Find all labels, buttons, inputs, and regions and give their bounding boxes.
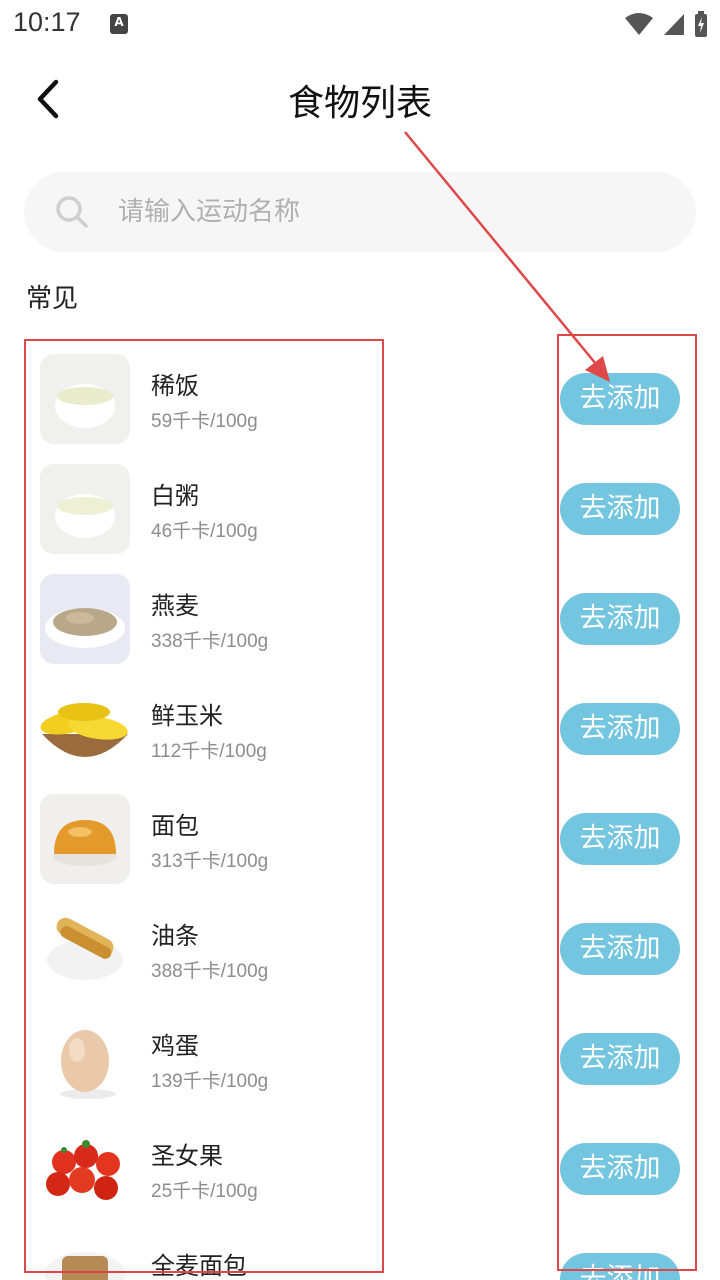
search-icon bbox=[56, 196, 88, 228]
annotation-box-food-list bbox=[24, 339, 384, 1273]
search-box[interactable] bbox=[24, 172, 696, 252]
status-bar: 10:17 A bbox=[0, 0, 720, 50]
notification-icon: A bbox=[110, 14, 128, 34]
status-icons bbox=[624, 10, 708, 38]
signal-icon bbox=[664, 14, 684, 35]
annotation-box-add-buttons bbox=[557, 334, 697, 1271]
header: 食物列表 bbox=[0, 50, 720, 146]
section-title: 常见 bbox=[26, 284, 79, 314]
wifi-icon bbox=[625, 13, 653, 35]
search-input[interactable] bbox=[118, 186, 658, 238]
page-title: 食物列表 bbox=[287, 83, 432, 124]
status-time: 10:17 bbox=[13, 7, 81, 37]
battery-icon bbox=[695, 11, 707, 37]
